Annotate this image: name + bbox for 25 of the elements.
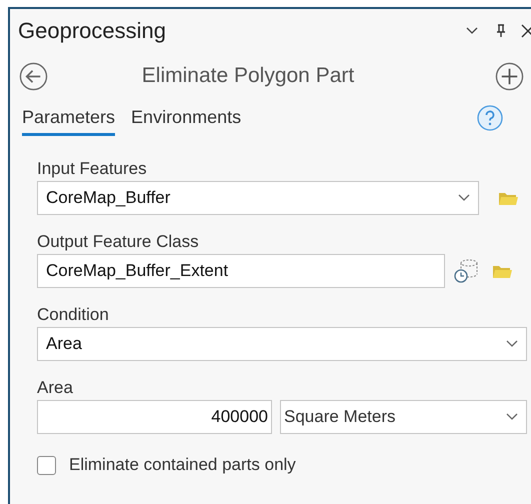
- parameter-label: Area: [37, 378, 74, 397]
- checkbox[interactable]: [37, 456, 56, 474]
- close-icon[interactable]: [521, 24, 531, 38]
- pane-title: Geoprocessing: [18, 18, 166, 44]
- output-field[interactable]: CoreMap_Buffer_Extent: [37, 254, 445, 288]
- input-dropdown[interactable]: CoreMap_Buffer: [37, 181, 479, 215]
- caret-icon: [506, 340, 518, 348]
- help-icon[interactable]: [477, 105, 504, 131]
- add-icon[interactable]: [495, 62, 524, 90]
- unit-dropdown[interactable]: Square Meters: [280, 400, 527, 434]
- caret-icon: [506, 413, 518, 421]
- caret-icon: [458, 194, 470, 202]
- parameter-label: Input Features: [37, 159, 148, 178]
- condition-dropdown[interactable]: Area: [37, 327, 527, 361]
- back-icon[interactable]: [19, 62, 48, 90]
- parameter-label: Output Feature Class: [37, 232, 200, 251]
- parameter-label: Condition: [37, 305, 110, 324]
- database-clock-icon[interactable]: [453, 259, 479, 283]
- tab[interactable]: Environments: [131, 107, 242, 136]
- number-field[interactable]: 400000: [37, 400, 272, 434]
- tab[interactable]: Parameters: [22, 107, 116, 136]
- checkbox-label: Eliminate contained parts only: [69, 455, 296, 475]
- chevron-down-icon[interactable]: [466, 27, 478, 35]
- pin-icon[interactable]: [496, 24, 506, 38]
- tool-title: Eliminate Polygon Part: [140, 64, 356, 88]
